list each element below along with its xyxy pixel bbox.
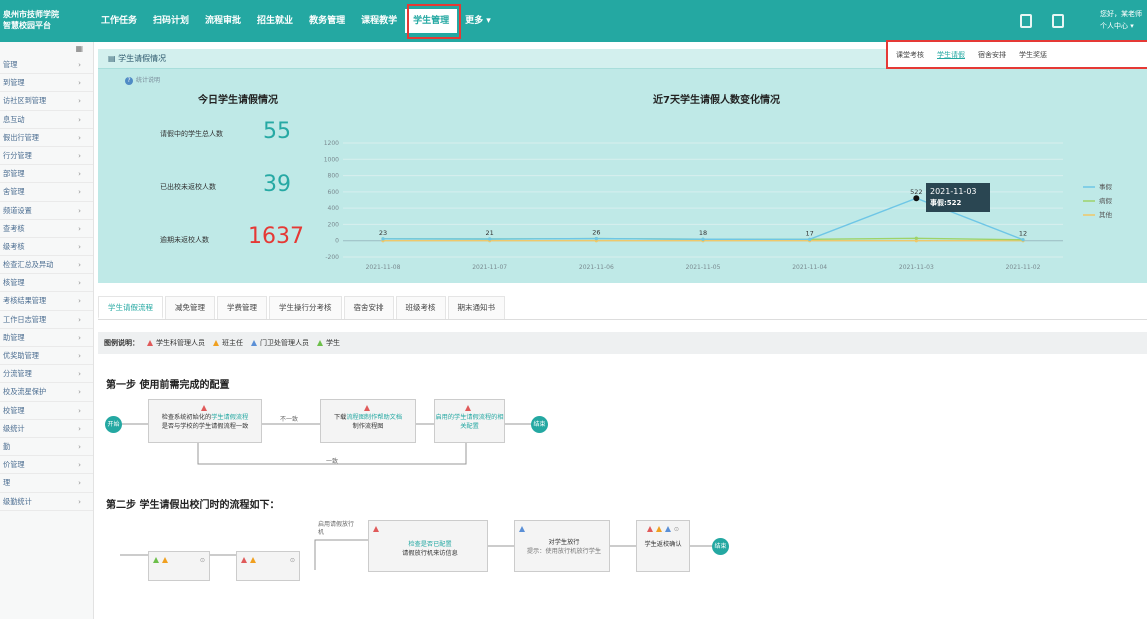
flow-box-check-config: 检查是否已配置 请假放行机来访信息 — [368, 520, 488, 572]
person-icon — [465, 405, 471, 411]
step2-title: 第二步 学生请假出校门时的流程如下： — [106, 500, 280, 511]
link-help-doc[interactable]: 流程图制作帮助文档 — [346, 414, 402, 421]
circle-icon: ⊙ — [289, 557, 295, 564]
link-check-config[interactable]: 检查是否已配置 — [408, 541, 451, 548]
flow-end: 结束 — [531, 416, 548, 433]
link-leave-process[interactable]: 学生请假流程 — [211, 414, 248, 421]
flow-box-step2-b: ⊙ — [236, 551, 300, 581]
flow-box-return-confirm: ⊙ 学生返校确认 — [636, 520, 690, 572]
person-icon — [519, 526, 525, 532]
flow-box-check-process: 检查系统初始化的学生请假流程 是否与学校的学生请假流程一致 — [148, 399, 262, 443]
enable-label: 启用请假放行机 — [318, 521, 355, 536]
flow-box-config: 启用的学生请假流程的相关配置 — [434, 399, 505, 443]
flow-box-step2-a: ⊙ — [148, 551, 210, 581]
flow-end-2: 结束 — [712, 538, 729, 555]
person-icon — [373, 526, 379, 532]
flow-box-download-doc: 下载流程图制作帮助文档 制作流程图 — [320, 399, 416, 443]
arrow-label-no: 不一致 — [280, 416, 299, 423]
circle-icon: ⊙ — [199, 557, 205, 564]
arrow-label-yes: 一致 — [326, 458, 339, 465]
link-config[interactable]: 启用的学生请假流程的相关配置 — [435, 414, 503, 430]
flow-start: 开始 — [105, 416, 122, 433]
flow-box-release: 对学生放行 提示：使用放行机放行学生 — [514, 520, 610, 572]
person-icon — [363, 405, 370, 411]
person-icon — [200, 405, 207, 411]
